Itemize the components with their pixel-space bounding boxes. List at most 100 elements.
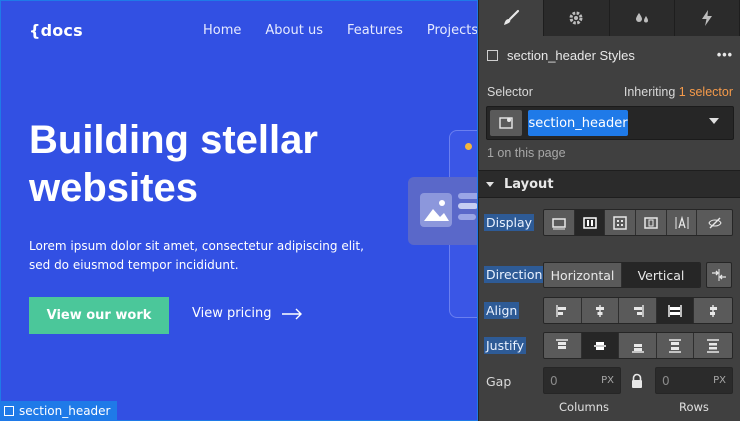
justify-end-button[interactable] <box>619 333 657 358</box>
hero-title: Building stellar websites <box>29 118 318 210</box>
justify-start-icon <box>556 338 569 349</box>
tab-settings[interactable] <box>544 0 610 36</box>
justify-center-button[interactable] <box>581 333 620 358</box>
align-baseline-icon <box>710 304 718 317</box>
gap-columns-unit[interactable]: PX <box>601 375 614 386</box>
align-end-button[interactable] <box>619 298 657 323</box>
panel-tabs <box>479 0 740 36</box>
display-options <box>543 209 733 236</box>
selector-token[interactable]: section_header <box>528 110 628 136</box>
display-block-button[interactable] <box>544 210 575 235</box>
gap-label: Gap <box>486 374 512 389</box>
selector-row: Selector Inheriting 1 selector <box>479 83 740 101</box>
justify-space-between-icon <box>669 338 682 353</box>
layout-section-title: Layout <box>504 176 554 192</box>
styles-title: section_header Styles <box>507 47 635 63</box>
align-label[interactable]: Align <box>484 302 520 319</box>
justify-center-icon <box>593 341 606 350</box>
block-icon <box>552 217 566 229</box>
selected-element-name: section_header <box>19 404 111 418</box>
nav-projects[interactable]: Projects <box>427 23 478 38</box>
align-center-icon <box>595 304 604 317</box>
on-page-count: 1 on this page <box>487 146 566 160</box>
decorative-line <box>458 203 478 209</box>
more-options-button[interactable]: ••• <box>717 48 733 62</box>
nav-home[interactable]: Home <box>203 23 241 38</box>
decorative-line <box>458 214 476 220</box>
display-grid-button[interactable] <box>605 210 637 235</box>
columns-label: Columns <box>559 400 610 414</box>
site-nav: Home About us Features Projects <box>203 23 478 38</box>
nav-features[interactable]: Features <box>347 23 403 38</box>
selector-label: Selector <box>487 85 533 99</box>
display-inline-block-button[interactable] <box>636 210 667 235</box>
direction-label[interactable]: Direction <box>484 266 545 283</box>
selector-type-button[interactable] <box>490 110 522 136</box>
selected-element-tag[interactable]: section_header <box>0 401 117 421</box>
align-start-icon <box>556 304 567 317</box>
direction-options: Horizontal Vertical <box>543 262 701 288</box>
inline-text-icon <box>675 215 689 229</box>
display-none-button[interactable] <box>697 210 732 235</box>
lightning-icon <box>701 10 712 26</box>
reverse-direction-button[interactable] <box>706 262 732 288</box>
decorative-line <box>458 193 478 199</box>
align-start-button[interactable] <box>544 298 582 323</box>
rows-label: Rows <box>679 400 709 414</box>
collapse-triangle-icon <box>486 181 494 187</box>
grid-icon <box>613 215 627 230</box>
align-center-button[interactable] <box>581 298 620 323</box>
justify-end-icon <box>631 343 644 353</box>
display-inline-button[interactable] <box>666 210 698 235</box>
selector-dropdown-icon[interactable] <box>709 118 719 124</box>
selector-element-icon <box>499 117 513 129</box>
element-checkbox-icon <box>487 49 498 61</box>
inheriting-label: Inheriting <box>623 85 676 99</box>
align-baseline-button[interactable] <box>694 298 732 323</box>
tab-effects[interactable] <box>675 0 740 36</box>
arrow-right-icon <box>282 308 303 319</box>
inheriting-info: Inheriting 1 selector <box>624 85 733 99</box>
justify-space-around-icon <box>707 338 720 353</box>
tab-interactions[interactable] <box>610 0 675 36</box>
hero-subtitle: Lorem ipsum dolor sit amet, consectetur … <box>29 239 364 272</box>
gap-rows-unit[interactable]: PX <box>713 375 726 386</box>
align-stretch-button[interactable] <box>656 298 695 323</box>
direction-horizontal-button[interactable]: Horizontal <box>544 263 622 287</box>
styles-header: section_header Styles ••• <box>479 44 740 66</box>
align-stretch-icon <box>668 304 682 317</box>
website-canvas[interactable]: {docs Home About us Features Projects Bu… <box>0 0 478 421</box>
view-pricing-link[interactable]: View pricing <box>192 306 303 321</box>
gap-columns-input[interactable]: 0 PX <box>543 367 621 394</box>
gap-columns-value: 0 <box>550 373 558 388</box>
flex-icon <box>582 216 597 229</box>
align-end-icon <box>633 304 644 317</box>
justify-options <box>543 332 733 359</box>
view-our-work-button[interactable]: View our work <box>29 297 169 334</box>
inheriting-selector-link[interactable]: 1 selector <box>679 85 733 99</box>
inline-block-icon <box>644 216 658 229</box>
decorative-dot <box>465 143 472 150</box>
justify-space-between-button[interactable] <box>656 333 695 358</box>
display-flex-button[interactable] <box>574 210 606 235</box>
justify-space-around-button[interactable] <box>694 333 732 358</box>
paintbrush-icon <box>504 9 520 25</box>
none-icon <box>708 217 722 228</box>
align-options <box>543 297 733 324</box>
view-pricing-label: View pricing <box>192 306 272 321</box>
drops-icon <box>635 13 648 23</box>
display-label[interactable]: Display <box>484 214 535 231</box>
lock-icon[interactable] <box>630 373 644 389</box>
gap-rows-value: 0 <box>662 373 670 388</box>
gap-rows-input[interactable]: 0 PX <box>655 367 733 394</box>
justify-start-button[interactable] <box>544 333 582 358</box>
gear-icon <box>569 11 583 25</box>
justify-label[interactable]: Justify <box>484 337 527 354</box>
layout-section-header[interactable]: Layout <box>478 170 740 198</box>
reverse-arrows-icon <box>712 269 726 281</box>
direction-vertical-button[interactable]: Vertical <box>622 263 700 287</box>
site-logo[interactable]: {docs <box>29 21 83 40</box>
nav-about[interactable]: About us <box>265 23 323 38</box>
tab-style[interactable] <box>479 0 545 36</box>
element-square-icon <box>4 406 14 416</box>
